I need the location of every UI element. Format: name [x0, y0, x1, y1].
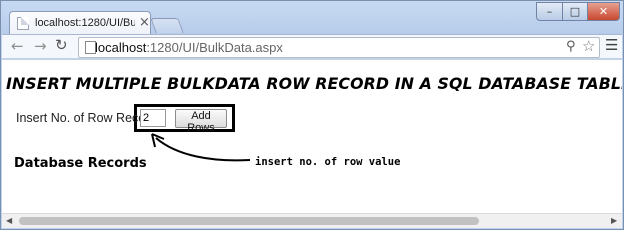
title-bar: localhost:1280/UI/BulkDat × – □ ✕ — [1, 1, 623, 35]
annotation-arrow — [151, 133, 251, 162]
row-count-label: Insert No. of Row Record — [16, 111, 157, 125]
url-path: :1280/UI/BulkData.aspx — [146, 40, 283, 55]
close-window-button[interactable]: ✕ — [587, 2, 620, 21]
browser-toolbar: ← → ↻ localhost:1280/UI/BulkData.aspx ⚲ … — [2, 34, 622, 58]
browser-window: localhost:1280/UI/BulkDat × – □ ✕ ← → ↻ … — [0, 0, 624, 230]
url-text[interactable]: localhost:1280/UI/BulkData.aspx — [95, 40, 283, 55]
reload-icon[interactable]: ↻ — [55, 36, 68, 54]
database-records-heading: Database Records — [14, 156, 147, 171]
hamburger-menu-icon[interactable]: ☰ — [605, 36, 618, 54]
page-favicon-icon — [17, 17, 29, 30]
address-bar[interactable]: localhost:1280/UI/BulkData.aspx ⚲ ☆ — [78, 37, 600, 58]
scrollbar-thumb[interactable] — [19, 217, 479, 225]
scroll-right-icon[interactable]: ▶ — [611, 216, 617, 225]
maximize-button[interactable]: □ — [562, 2, 588, 21]
bookmark-star-icon[interactable]: ☆ — [582, 37, 595, 55]
browser-tab[interactable]: localhost:1280/UI/BulkDat × — [9, 11, 151, 35]
url-host: localhost — [95, 40, 147, 55]
zoom-icon[interactable]: ⚲ — [566, 39, 576, 54]
forward-arrow-icon[interactable]: → — [34, 37, 47, 55]
new-tab-button[interactable] — [150, 18, 184, 33]
tab-close-icon[interactable]: × — [139, 15, 150, 30]
horizontal-scrollbar[interactable]: ◀ ▶ — [2, 213, 622, 228]
back-arrow-icon[interactable]: ← — [11, 37, 24, 55]
annotation-note: insert no. of row value — [255, 156, 401, 168]
page-content: INSERT MULTIPLE BULKDATA ROW RECORD IN A… — [2, 59, 622, 213]
minimize-button[interactable]: – — [536, 2, 563, 21]
row-count-input[interactable] — [140, 109, 166, 127]
tab-title: localhost:1280/UI/BulkDat — [35, 17, 135, 29]
scroll-left-icon[interactable]: ◀ — [6, 216, 12, 225]
add-rows-button[interactable]: Add Rows — [175, 109, 227, 134]
page-title: INSERT MULTIPLE BULKDATA ROW RECORD IN A… — [6, 74, 622, 93]
